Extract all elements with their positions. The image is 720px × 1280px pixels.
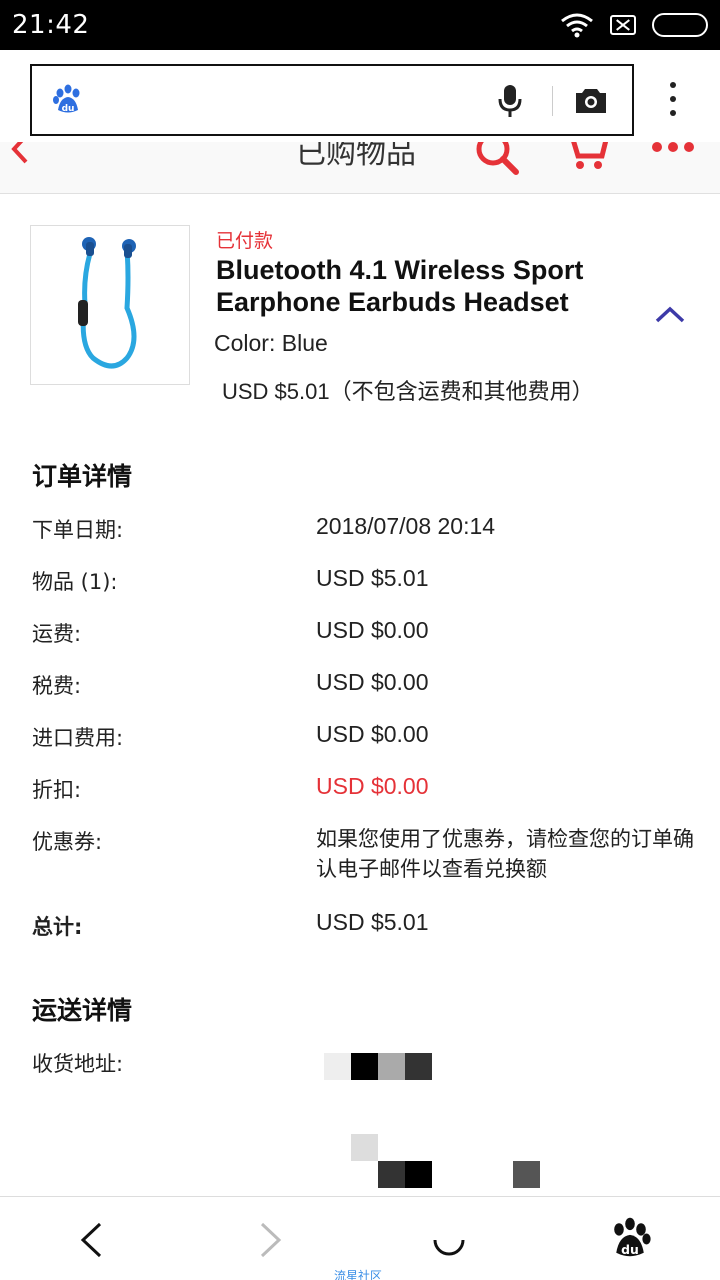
tax-value: USD $0.00 <box>316 669 429 695</box>
svg-text:du: du <box>621 1243 639 1257</box>
chevron-up-icon[interactable] <box>654 304 686 328</box>
cart-icon[interactable] <box>562 142 610 176</box>
payment-status: 已付款 <box>216 230 274 252</box>
earphone-image <box>78 237 137 369</box>
shipping-fee-value: USD $0.00 <box>316 617 429 643</box>
product-price: USD $5.01（不包含运费和其他费用） <box>222 379 594 404</box>
shipping-details-title: 运送详情 <box>32 996 133 1025</box>
nav-back-icon[interactable] <box>78 1221 104 1263</box>
discount-value: USD $0.00 <box>316 773 429 799</box>
status-time: 21:42 <box>12 10 90 40</box>
items-label: 物品 (1): <box>32 570 118 594</box>
status-icons <box>560 12 708 38</box>
product-image[interactable] <box>30 225 190 385</box>
color-value: Blue <box>281 330 328 356</box>
coupon-note: 如果您使用了优惠券，请检查您的订单确认电子邮件以查看兑换额 <box>316 827 694 881</box>
import-fee-label: 进口费用: <box>32 726 124 750</box>
no-sim-icon <box>610 15 636 35</box>
product-color: Color: Blue <box>214 330 328 357</box>
order-date-label: 下单日期: <box>32 518 124 542</box>
color-label: Color: <box>214 330 276 356</box>
loading-spinner-icon[interactable] <box>430 1221 468 1263</box>
bottom-nav: du 流星社区 <box>0 1196 720 1280</box>
browser-bar: du <box>0 50 720 142</box>
more-menu-icon[interactable] <box>662 82 684 118</box>
url-divider <box>552 86 553 116</box>
coupon-label: 优惠券: <box>32 830 103 854</box>
camera-icon[interactable] <box>574 86 608 118</box>
total-value: USD $5.01 <box>316 909 429 935</box>
watermark-text: 流星社区 <box>334 1269 383 1280</box>
baidu-home-icon[interactable]: du <box>608 1217 652 1265</box>
product-title[interactable]: Bluetooth 4.1 Wireless Sport Earphone Ea… <box>216 254 636 318</box>
order-date-value: 2018/07/08 20:14 <box>316 513 496 539</box>
wifi-icon <box>560 12 594 38</box>
items-value: USD $5.01 <box>316 565 429 591</box>
order-details-title: 订单详情 <box>32 462 133 491</box>
tax-label: 税费: <box>32 674 82 698</box>
url-input[interactable]: du <box>30 64 634 136</box>
page-header: 已购物品 <box>0 142 720 194</box>
baidu-paw-icon[interactable]: du <box>52 84 84 120</box>
battery-icon <box>652 13 708 37</box>
import-fee-value: USD $0.00 <box>316 721 429 747</box>
search-icon[interactable] <box>474 142 520 180</box>
page-title: 已购物品 <box>296 142 416 171</box>
address-label: 收货地址: <box>32 1052 124 1076</box>
nav-forward-icon[interactable] <box>258 1221 284 1263</box>
svg-text:du: du <box>62 104 75 114</box>
total-label: 总计: <box>32 915 83 939</box>
status-bar: 21:42 <box>0 0 720 50</box>
back-arrow-icon[interactable] <box>10 142 30 170</box>
discount-label: 折扣: <box>32 778 82 802</box>
microphone-icon[interactable] <box>498 84 522 122</box>
shipping-fee-label: 运费: <box>32 622 82 646</box>
